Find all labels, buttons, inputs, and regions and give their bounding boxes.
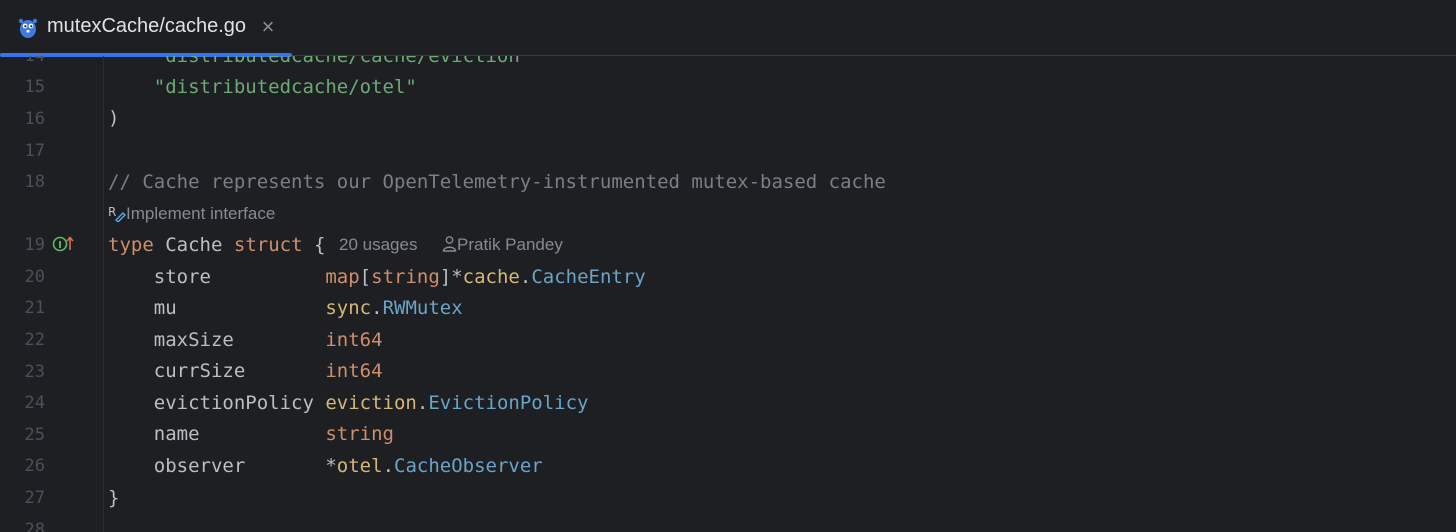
usages-hint[interactable]: 20 usages — [339, 234, 417, 256]
line-number: 17 — [24, 141, 45, 161]
struct-field-line: observer *otel.CacheObserver — [108, 454, 543, 478]
implement-interface-icon: R — [108, 205, 126, 223]
svg-text:R: R — [108, 205, 116, 219]
svg-text:I: I — [58, 240, 62, 251]
field-type-token: EvictionPolicy — [428, 392, 589, 414]
line-number: 15 — [24, 77, 45, 97]
line-number: 20 — [24, 267, 45, 287]
field-type-token: int64 — [325, 329, 383, 351]
struct-field-line: mu sync.RWMutex — [108, 296, 463, 320]
field-type-token: eviction — [325, 392, 417, 414]
code-line-19: type Cache struct { — [108, 233, 325, 257]
line-number: 27 — [24, 488, 45, 508]
field-type-token: string — [325, 423, 394, 445]
line-number: 28 — [24, 520, 45, 532]
field-type-token: * — [325, 455, 337, 477]
struct-field-line: maxSize int64 — [108, 328, 383, 352]
field-name: evictionPolicy — [108, 392, 326, 414]
field-type-token: CacheEntry — [531, 266, 646, 288]
field-name: store — [108, 266, 326, 288]
field-type-token: map — [325, 266, 360, 288]
field-type-token: sync — [325, 297, 372, 319]
line-number: 26 — [24, 456, 45, 476]
field-type-token: . — [416, 392, 429, 414]
line-number: 19 — [24, 235, 45, 255]
field-type-token: cache — [462, 266, 520, 288]
struct-name: Cache — [165, 234, 223, 256]
field-type-token: otel — [336, 455, 383, 477]
code-line-18-comment: // Cache represents our OpenTelemetry-in… — [108, 171, 886, 193]
code-line-16: ) — [108, 107, 120, 129]
field-type-token: . — [519, 266, 532, 288]
field-type-token: string — [371, 266, 440, 288]
field-type-token: CacheObserver — [394, 455, 543, 477]
code-editor[interactable]: 14 15 16 17 18 19 20 21 22 23 24 25 26 2… — [0, 56, 1456, 532]
keyword-type: type — [108, 234, 154, 256]
implement-interface-hint[interactable]: R Implement interface — [108, 203, 275, 225]
field-type-token: . — [371, 297, 383, 319]
code-line-15: "distributedcache/otel" — [108, 76, 417, 98]
struct-field-line: currSize int64 — [108, 359, 383, 383]
field-name: name — [108, 423, 326, 445]
line-number: 23 — [24, 362, 45, 382]
implemented-up-arrow-icon[interactable]: I — [52, 234, 76, 254]
line-number-gutter: 14 15 16 17 18 19 20 21 22 23 24 25 26 2… — [0, 56, 104, 532]
field-type-token: [ — [359, 266, 372, 288]
person-icon — [442, 236, 457, 252]
tab-cache-go[interactable]: mutexCache/cache.go × — [0, 0, 292, 57]
field-type-token: . — [382, 455, 395, 477]
line-number: 21 — [24, 298, 45, 318]
open-brace: { — [313, 234, 326, 256]
close-icon[interactable]: × — [258, 14, 278, 40]
line-number: 25 — [24, 425, 45, 445]
field-type-token: RWMutex — [382, 297, 463, 319]
line-number: 16 — [24, 109, 45, 129]
keyword-struct: struct — [233, 234, 303, 256]
line-number: 18 — [24, 172, 45, 192]
struct-field-line: evictionPolicy eviction.EvictionPolicy — [108, 391, 589, 415]
field-name: maxSize — [108, 329, 326, 351]
struct-field-line: name string — [108, 422, 394, 446]
code-line-27: } — [108, 487, 120, 509]
field-name: mu — [108, 297, 326, 319]
line-number: 14 — [24, 56, 45, 66]
go-gopher-icon — [18, 18, 38, 38]
line-number: 24 — [24, 393, 45, 413]
tab-title: mutexCache/cache.go — [47, 15, 247, 37]
line-number: 22 — [24, 330, 45, 350]
editor-tab-bar: mutexCache/cache.go × — [0, 0, 1456, 57]
field-type-token: ]* — [439, 266, 463, 288]
struct-field-line: store map[string]*cache.CacheEntry — [108, 265, 646, 289]
field-name: observer — [108, 455, 326, 477]
field-type-token: int64 — [325, 360, 383, 382]
author-hint[interactable]: Pratik Pandey — [442, 234, 563, 256]
implement-interface-label: Implement interface — [126, 204, 276, 223]
field-name: currSize — [108, 360, 326, 382]
author-name: Pratik Pandey — [457, 235, 563, 254]
code-line-14: "distributedcache/cache/eviction" — [108, 56, 532, 67]
